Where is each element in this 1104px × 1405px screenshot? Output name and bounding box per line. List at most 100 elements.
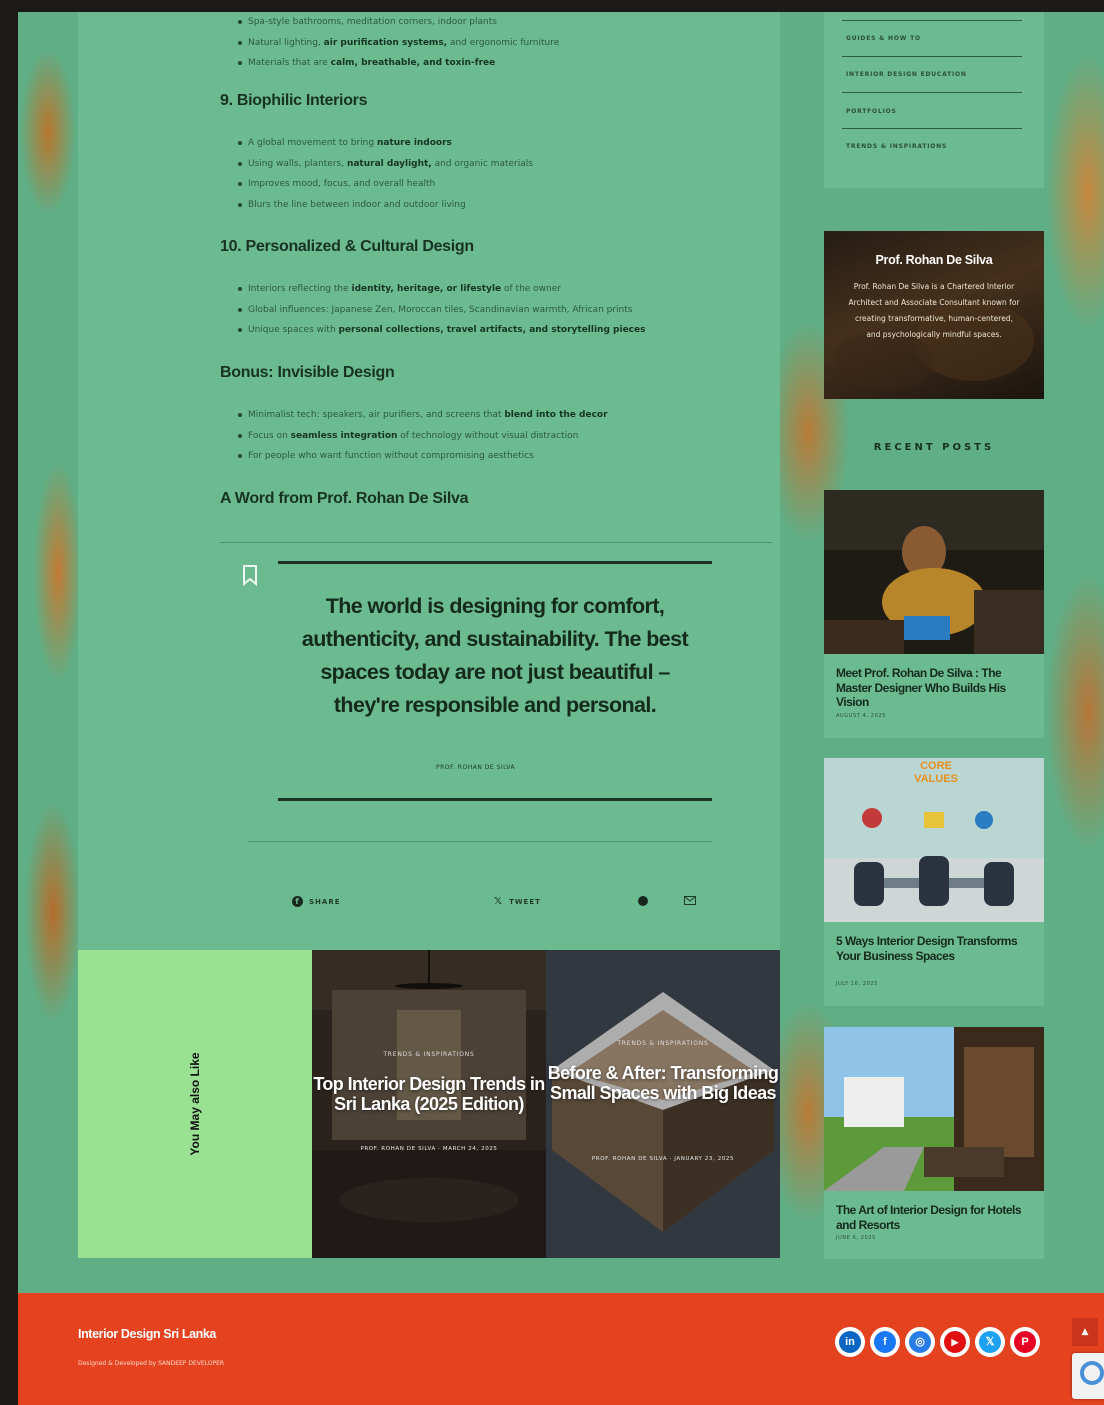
related-posts: You May also Like TRENDS & INSPIRATIONS …	[78, 950, 780, 1258]
post-date: AUGUST 4, 2025	[836, 713, 886, 719]
list-item: Global influences: Japanese Zen, Morocca…	[238, 300, 645, 321]
post-title[interactable]: Meet Prof. Rohan De Silva : The Master D…	[836, 666, 1032, 710]
post-title[interactable]: The Art of Interior Design for Hotels an…	[836, 1203, 1032, 1232]
isometric-room-image	[546, 950, 780, 1258]
related-label: You May also Like	[188, 1052, 202, 1156]
post-thumbnail	[824, 1027, 1044, 1191]
sidebar: GUIDES & HOW TO INTERIOR DESIGN EDUCATIO…	[824, 12, 1044, 1292]
quote-top-rule	[278, 561, 712, 564]
designer-photo-image	[824, 490, 1044, 654]
facebook-icon: f	[292, 896, 303, 907]
category-link[interactable]: TRENDS & INSPIRATIONS	[846, 143, 947, 150]
recaptcha-icon	[1080, 1361, 1104, 1385]
list-item: Spa-style bathrooms, meditation corners,…	[238, 12, 559, 33]
tweet-button[interactable]: 𝕏 TWEET	[494, 896, 541, 907]
card-meta: PROF. ROHAN DE SILVA · JANUARY 23, 2025	[591, 1156, 735, 1162]
divider	[220, 542, 772, 543]
share-pinterest-button[interactable]	[638, 896, 648, 906]
recent-post-card[interactable]: The Art of Interior Design for Hotels an…	[824, 1027, 1044, 1259]
card-title[interactable]: Top Interior Design Trends in Sri Lanka …	[312, 1074, 546, 1114]
list-item: Materials that are calm, breathable, and…	[238, 53, 559, 74]
post-thumbnail	[824, 490, 1044, 654]
list-item: Blurs the line between indoor and outdoo…	[238, 195, 533, 216]
site-footer: Interior Design Sri Lanka Designed & Dev…	[18, 1293, 1104, 1405]
post-thumbnail: CORE VALUES	[824, 758, 1044, 922]
related-card[interactable]: TRENDS & INSPIRATIONS Before & After: Tr…	[546, 950, 780, 1258]
divider	[248, 841, 712, 842]
youtube-icon: ▶	[944, 1331, 966, 1353]
divider	[842, 20, 1022, 21]
facebook-link[interactable]: f	[870, 1327, 900, 1357]
share-label: SHARE	[309, 897, 341, 906]
linkedin-link[interactable]: in	[835, 1327, 865, 1357]
category-link[interactable]: GUIDES & HOW TO	[846, 35, 921, 42]
post-date: JULY 16, 2025	[836, 981, 878, 987]
card-category: TRENDS & INSPIRATIONS	[617, 1040, 709, 1047]
list-item: For people who want function without com…	[238, 446, 608, 467]
list-item: Focus on seamless integration of technol…	[238, 426, 608, 447]
recent-posts-heading: RECENT POSTS	[873, 442, 995, 453]
category-list: GUIDES & HOW TO INTERIOR DESIGN EDUCATIO…	[824, 12, 1044, 188]
x-icon: 𝕏	[979, 1331, 1001, 1353]
divider	[842, 56, 1022, 57]
list-item: Interiors reflecting the identity, herit…	[238, 279, 645, 300]
core-values-text: CORE VALUES	[914, 760, 958, 785]
related-card[interactable]: TRENDS & INSPIRATIONS Top Interior Desig…	[312, 950, 546, 1258]
share-email-button[interactable]	[684, 896, 696, 905]
mail-icon	[684, 896, 696, 905]
instagram-icon: ◎	[909, 1331, 931, 1353]
recent-post-card[interactable]: CORE VALUES 5 Ways Interior Design Trans…	[824, 758, 1044, 1006]
facebook-icon: f	[874, 1331, 896, 1353]
category-link[interactable]: INTERIOR DESIGN EDUCATION	[846, 71, 967, 78]
tweet-label: TWEET	[509, 897, 541, 906]
author-name: Prof. Rohan De Silva	[875, 253, 993, 267]
list-item: Minimalist tech: speakers, air purifiers…	[238, 405, 608, 426]
page-background: Spa-style bathrooms, meditation corners,…	[18, 12, 1104, 1405]
quote-bottom-rule	[278, 798, 712, 801]
card-meta: PROF. ROHAN DE SILVA · MARCH 24, 2025	[360, 1146, 498, 1152]
pinterest-icon	[638, 896, 648, 906]
list-item: Unique spaces with personal collections,…	[238, 320, 645, 341]
youtube-link[interactable]: ▶	[940, 1327, 970, 1357]
list-item: Using walls, planters, natural daylight,…	[238, 154, 533, 175]
quote-author: PROF. ROHAN DE SILVA	[436, 764, 516, 771]
divider	[842, 128, 1022, 129]
bullet-list-bonus: Minimalist tech: speakers, air purifiers…	[238, 405, 608, 467]
share-facebook-button[interactable]: f SHARE	[292, 896, 341, 907]
section-heading-biophilic: 9. Biophilic Interiors	[220, 92, 368, 109]
social-links: in f ◎ ▶ 𝕏 P	[835, 1327, 1040, 1357]
post-title[interactable]: 5 Ways Interior Design Transforms Your B…	[836, 934, 1032, 963]
post-date: JUNE 6, 2025	[836, 1235, 876, 1241]
bookmark-icon[interactable]	[241, 564, 259, 586]
article-body: Spa-style bathrooms, meditation corners,…	[78, 12, 780, 952]
recaptcha-badge[interactable]	[1072, 1353, 1104, 1399]
pinterest-link[interactable]: P	[1010, 1327, 1040, 1357]
recent-post-card[interactable]: Meet Prof. Rohan De Silva : The Master D…	[824, 490, 1044, 738]
hotel-photo-image	[824, 1027, 1044, 1191]
bullet-list-personalized: Interiors reflecting the identity, herit…	[238, 279, 645, 341]
footer-site-title[interactable]: Interior Design Sri Lanka	[78, 1327, 216, 1341]
author-bio: Prof. Rohan De Silva is a Chartered Inte…	[848, 282, 1020, 339]
linkedin-icon: in	[839, 1331, 861, 1353]
pinterest-icon: P	[1014, 1331, 1036, 1353]
author-card[interactable]: Prof. Rohan De Silva Prof. Rohan De Silv…	[824, 231, 1044, 399]
bullet-list-biophilic: A global movement to bring nature indoor…	[238, 133, 533, 215]
related-label-panel: You May also Like	[78, 950, 312, 1258]
back-to-top-button[interactable]: ▲	[1072, 1318, 1098, 1346]
section-heading-personalized: 10. Personalized & Cultural Design	[220, 238, 474, 255]
card-title[interactable]: Before & After: Transforming Small Space…	[546, 1063, 780, 1103]
x-icon: 𝕏	[494, 896, 504, 907]
category-link[interactable]: PORTFOLIOS	[846, 108, 897, 115]
pull-quote: The world is designing for comfort, auth…	[301, 594, 689, 717]
list-item: A global movement to bring nature indoor…	[238, 133, 533, 154]
bullet-list-top: Spa-style bathrooms, meditation corners,…	[238, 12, 559, 74]
list-item: Natural lighting, air purification syste…	[238, 33, 559, 54]
section-heading-word: A Word from Prof. Rohan De Silva	[220, 490, 469, 507]
instagram-link[interactable]: ◎	[905, 1327, 935, 1357]
divider	[842, 92, 1022, 93]
section-heading-bonus: Bonus: Invisible Design	[220, 364, 395, 381]
list-item: Improves mood, focus, and overall health	[238, 174, 533, 195]
footer-credit: Designed & Developed by SANDEEP DEVELOPE…	[78, 1360, 225, 1367]
x-link[interactable]: 𝕏	[975, 1327, 1005, 1357]
card-category: TRENDS & INSPIRATIONS	[383, 1051, 475, 1058]
